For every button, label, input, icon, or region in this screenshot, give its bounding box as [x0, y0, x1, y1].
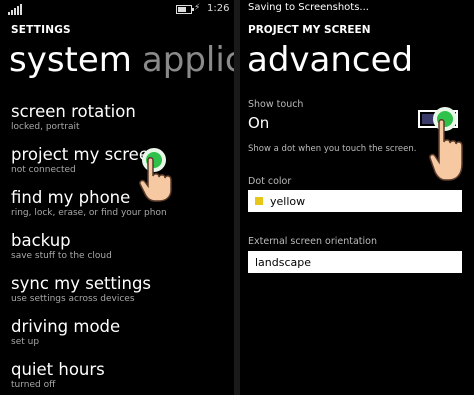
show-touch-help: Show a dot when you touch the screen.: [248, 144, 417, 154]
setting-item-sync-my-settings[interactable]: sync my settings use settings across dev…: [11, 273, 234, 316]
project-my-screen-advanced: Saving to Screenshots... PROJECT MY SCRE…: [240, 0, 474, 395]
plug-icon: ⚡: [194, 3, 201, 13]
pivot-item-system[interactable]: system: [9, 40, 132, 80]
pivot-item-applications[interactable]: applica: [142, 40, 234, 80]
battery-icon: [176, 5, 194, 14]
setting-subtitle: ring, lock, erase, or find your phon: [11, 208, 167, 218]
orientation-label: External screen orientation: [248, 236, 378, 247]
orientation-picker[interactable]: landscape: [248, 251, 462, 273]
setting-subtitle: save stuff to the cloud: [11, 251, 112, 261]
dot-color-picker[interactable]: yellow: [248, 190, 462, 212]
setting-item-screen-rotation[interactable]: screen rotation locked, portrait: [11, 101, 234, 144]
pointing-hand-icon: [139, 157, 172, 202]
show-touch-label: Show touch: [248, 99, 304, 110]
status-bar: ⚡ 1:26: [0, 0, 234, 20]
color-swatch: [255, 197, 263, 205]
setting-subtitle: locked, portrait: [11, 122, 80, 132]
orientation-value: landscape: [255, 256, 312, 269]
setting-title: quiet hours: [11, 360, 105, 379]
setting-title: sync my settings: [11, 274, 152, 293]
setting-subtitle: not connected: [11, 165, 76, 175]
setting-title: backup: [11, 231, 71, 250]
setting-item-backup[interactable]: backup save stuff to the cloud: [11, 230, 234, 273]
status-bar: Saving to Screenshots...: [240, 0, 474, 20]
setting-title: project my scree: [11, 145, 149, 164]
setting-title: find my phone: [11, 188, 131, 207]
settings-screen: ⚡ 1:26 SETTINGS systemapplica screen rot…: [0, 0, 234, 395]
clock: 1:26: [207, 3, 230, 14]
setting-subtitle: set up: [11, 337, 40, 347]
screenshot-toast: Saving to Screenshots...: [248, 2, 369, 13]
settings-list: screen rotation locked, portrait project…: [11, 101, 234, 395]
show-touch-value: On: [248, 114, 270, 132]
setting-subtitle: turned off: [11, 380, 56, 390]
pivot-header: systemapplica: [9, 40, 234, 80]
page-header: PROJECT MY SCREEN: [248, 24, 371, 36]
setting-item-driving-mode[interactable]: driving mode set up: [11, 316, 234, 359]
setting-item-quiet-hours[interactable]: quiet hours turned off: [11, 359, 234, 395]
setting-item-find-my-phone[interactable]: find my phone ring, lock, erase, or find…: [11, 187, 234, 230]
setting-title: screen rotation: [11, 102, 136, 121]
page-title: advanced: [247, 40, 414, 80]
setting-item-project-my-screen[interactable]: project my scree not connected: [11, 144, 234, 187]
page-header: SETTINGS: [11, 24, 71, 36]
dot-color-value: yellow: [270, 195, 306, 208]
signal-icon: [8, 4, 22, 15]
setting-subtitle: use settings across devices: [11, 294, 135, 304]
dot-color-label: Dot color: [248, 176, 292, 187]
pointing-hand-icon: [429, 119, 463, 181]
setting-title: driving mode: [11, 317, 121, 336]
